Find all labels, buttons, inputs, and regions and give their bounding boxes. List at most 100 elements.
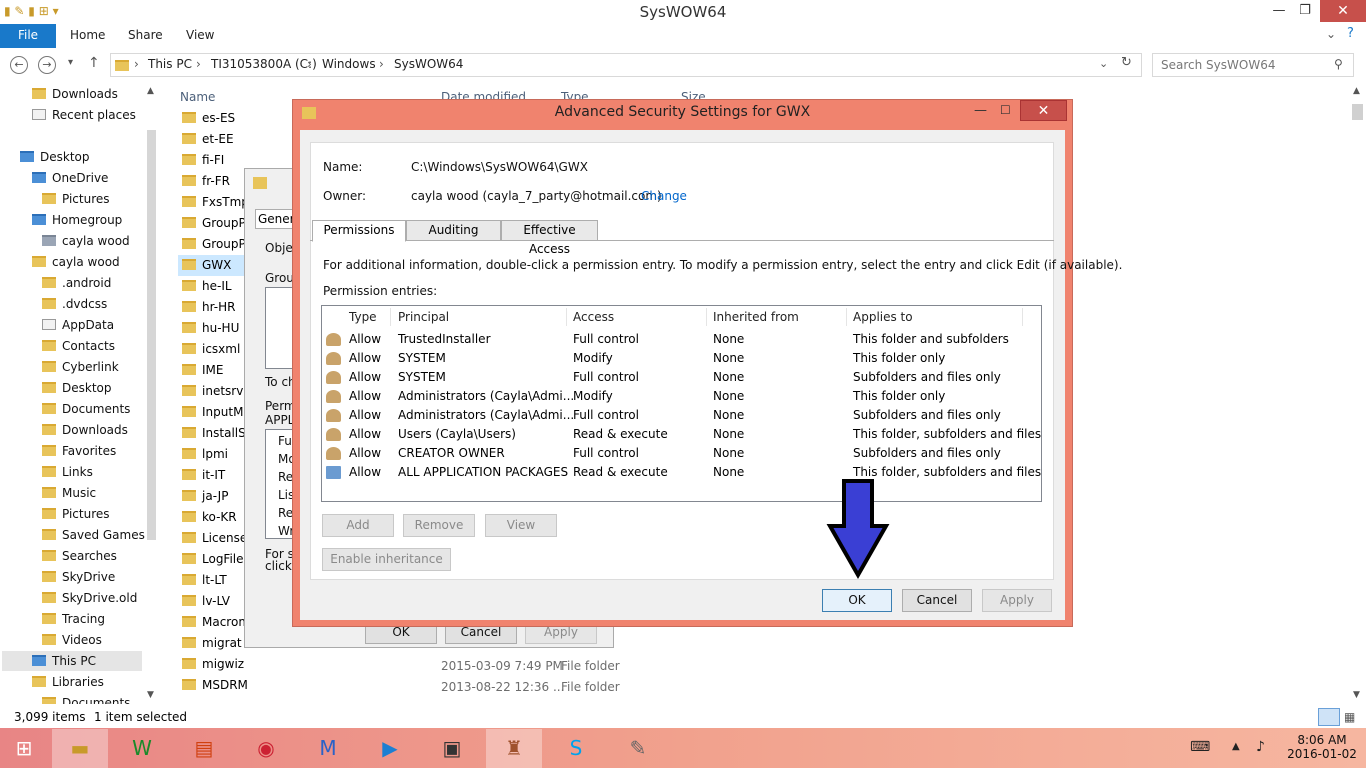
column-separator[interactable]	[1022, 308, 1023, 326]
file-row[interactable]: et-EE	[182, 129, 234, 150]
tab-effective-access[interactable]: Effective Access	[501, 220, 598, 256]
column-separator[interactable]	[390, 308, 391, 326]
file-row[interactable]: he-IL	[182, 276, 232, 297]
dialog-maximize-button[interactable]: ☐	[1000, 103, 1011, 117]
scroll-down-icon[interactable]: ▼	[147, 690, 154, 700]
file-row[interactable]: fr-FR	[182, 171, 230, 192]
chrome-taskbar-icon[interactable]: ◉	[238, 729, 294, 768]
file-row[interactable]: migrat	[182, 633, 242, 654]
tab-auditing[interactable]: Auditing	[406, 220, 501, 241]
column-principal[interactable]: Principal	[398, 310, 449, 324]
recent-locations-icon[interactable]: ▾	[68, 57, 73, 68]
file-row[interactable]: es-ES	[182, 108, 235, 129]
view-button[interactable]: View	[485, 514, 557, 537]
nav-downloads-user[interactable]: Downloads	[42, 420, 128, 440]
breadcrumb-drive[interactable]: TI31053800A (C:)	[211, 57, 317, 71]
nav-pictures-user[interactable]: Pictures	[42, 504, 110, 524]
nav-cyberlink[interactable]: Cyberlink	[42, 357, 119, 377]
file-row[interactable]: it-IT	[182, 465, 225, 486]
nav-user-folder[interactable]: cayla wood	[32, 252, 120, 272]
entry-type[interactable]: Allow	[349, 349, 381, 368]
file-tab[interactable]: File	[0, 24, 56, 48]
file-row[interactable]: icsxml	[182, 339, 240, 360]
column-access[interactable]: Access	[573, 310, 614, 324]
nav-this-pc[interactable]: This PC	[2, 651, 142, 671]
file-row[interactable]: ko-KR	[182, 507, 237, 528]
app-taskbar-icon[interactable]: ♜	[486, 729, 542, 768]
skype-taskbar-icon[interactable]: S	[548, 729, 604, 768]
entry-type[interactable]: Allow	[349, 425, 381, 444]
tab-permissions[interactable]: Permissions	[312, 220, 406, 242]
nav-scrollbar-thumb[interactable]	[147, 130, 156, 540]
file-row[interactable]: fi-FI	[182, 150, 224, 171]
column-type[interactable]: Type	[349, 310, 377, 324]
file-list-scrollbar-thumb[interactable]	[1352, 104, 1363, 120]
nav-tracing[interactable]: Tracing	[42, 609, 105, 629]
column-separator[interactable]	[846, 308, 847, 326]
column-name[interactable]: Name	[180, 90, 215, 104]
address-dropdown-icon[interactable]: ⌄	[1099, 57, 1108, 70]
nav-android[interactable]: .android	[42, 273, 111, 293]
file-row[interactable]: lt-LT	[182, 570, 227, 591]
file-list-scrollbar[interactable]	[1350, 84, 1366, 704]
video-editor-taskbar-icon[interactable]: ▣	[424, 729, 480, 768]
nav-desktop[interactable]: Desktop	[20, 147, 90, 167]
keyboard-icon[interactable]: ⌨	[1190, 739, 1210, 755]
column-separator[interactable]	[706, 308, 707, 326]
nav-libraries-documents[interactable]: Documents	[42, 693, 130, 704]
nav-homegroup[interactable]: Homegroup	[32, 210, 122, 230]
enable-inheritance-button[interactable]: Enable inheritance	[322, 548, 451, 571]
paint-taskbar-icon[interactable]: ✎	[610, 729, 666, 768]
file-row[interactable]: hr-HR	[182, 297, 235, 318]
apply-button[interactable]: Apply	[982, 589, 1052, 612]
file-row[interactable]: License	[182, 528, 247, 549]
file-row[interactable]: Macrom	[182, 612, 250, 633]
file-row[interactable]: lpmi	[182, 444, 228, 465]
media-taskbar-icon[interactable]: ▶	[362, 729, 418, 768]
large-icons-view-icon[interactable]: ▦	[1344, 710, 1355, 724]
help-icon[interactable]: ?	[1347, 26, 1354, 41]
nav-downloads[interactable]: Downloads	[32, 84, 118, 104]
file-row[interactable]: migwiz	[182, 654, 244, 675]
nav-dvdcss[interactable]: .dvdcss	[42, 294, 107, 314]
add-button[interactable]: Add	[322, 514, 394, 537]
nav-skydrive-old[interactable]: SkyDrive.old	[42, 588, 137, 608]
nav-documents[interactable]: Documents	[42, 399, 130, 419]
file-row[interactable]: GroupP	[182, 213, 246, 234]
ok-button[interactable]: OK	[822, 589, 892, 612]
file-explorer-taskbar-icon[interactable]: ▬	[52, 729, 108, 768]
nav-contacts[interactable]: Contacts	[42, 336, 115, 356]
back-icon[interactable]: ←	[10, 56, 28, 74]
scroll-down-icon[interactable]: ▼	[1353, 690, 1360, 700]
volume-icon[interactable]: ♪	[1256, 739, 1265, 755]
refresh-icon[interactable]: ↻	[1121, 55, 1132, 70]
quick-access-toolbar[interactable]: ▮ ✎ ▮ ⊞ ▾	[4, 4, 114, 20]
nav-homegroup-user[interactable]: cayla wood	[42, 231, 130, 251]
entry-type[interactable]: Allow	[349, 368, 381, 387]
scroll-up-icon[interactable]: ▲	[1353, 86, 1360, 96]
up-icon[interactable]: ↑	[88, 55, 100, 71]
file-row[interactable]: InputM	[182, 402, 243, 423]
entry-type[interactable]: Allow	[349, 463, 381, 482]
breadcrumb-this-pc[interactable]: This PC	[148, 57, 192, 71]
nav-skydrive[interactable]: SkyDrive	[42, 567, 115, 587]
breadcrumb-windows[interactable]: Windows	[322, 57, 376, 71]
clock[interactable]: 8:06 AM 2016-01-02	[1282, 733, 1362, 761]
file-row[interactable]: GroupP	[182, 234, 246, 255]
file-row[interactable]: inetsrv	[182, 381, 243, 402]
nav-links[interactable]: Links	[42, 462, 93, 482]
scroll-up-icon[interactable]: ▲	[147, 86, 154, 96]
file-row[interactable]: LogFile	[182, 549, 244, 570]
show-hidden-icons[interactable]: ▲	[1232, 741, 1240, 752]
app-taskbar-icon[interactable]: ▤	[176, 729, 232, 768]
change-owner-link[interactable]: Change	[641, 189, 687, 203]
nav-videos[interactable]: Videos	[42, 630, 102, 650]
chevron-down-icon[interactable]: ⌄	[1326, 27, 1336, 41]
app-taskbar-icon[interactable]: M	[300, 729, 356, 768]
nav-desktop-user[interactable]: Desktop	[42, 378, 112, 398]
permission-list[interactable]: Ful Mo Re List Re Wri	[265, 429, 299, 539]
tab-view[interactable]: View	[186, 28, 214, 42]
file-row[interactable]: FxsTmp	[182, 192, 249, 213]
file-row[interactable]: ja-JP	[182, 486, 228, 507]
nav-pictures[interactable]: Pictures	[42, 189, 110, 209]
